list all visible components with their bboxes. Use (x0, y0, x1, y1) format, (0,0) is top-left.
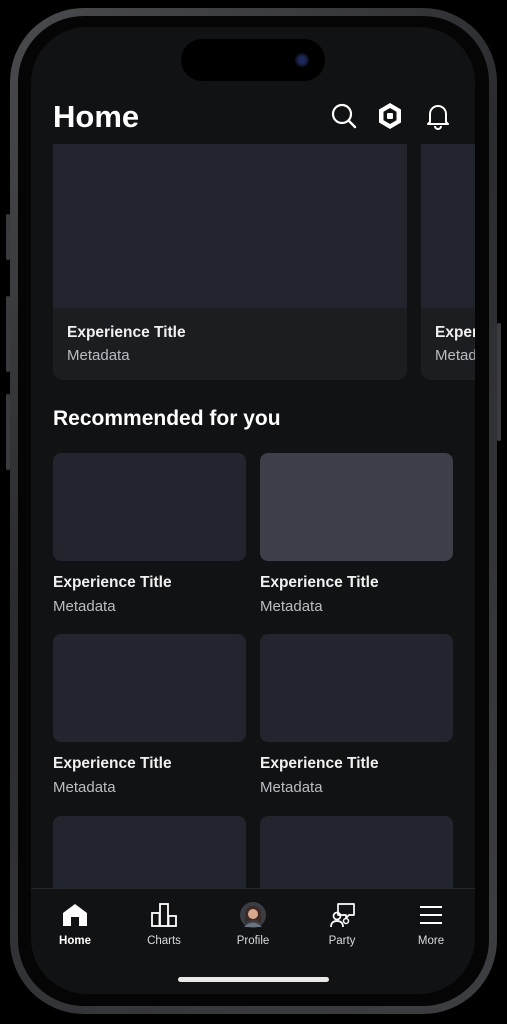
experience-tile[interactable]: Experience Title Metadata (53, 634, 246, 796)
volume-up-button (6, 296, 10, 372)
tab-label: Party (328, 935, 356, 947)
tab-label: Home (59, 935, 91, 947)
featured-card[interactable]: Experience Title Metadata (53, 144, 407, 380)
menu-icon (420, 906, 442, 924)
robux-icon[interactable] (375, 101, 405, 131)
tile-title: Experience Title (53, 574, 172, 591)
avatar (240, 902, 266, 928)
tab-charts[interactable]: Charts (129, 901, 199, 947)
tab-home[interactable]: Home (40, 901, 110, 947)
tab-profile[interactable]: Profile (218, 901, 288, 947)
tile-metadata: Metadata (260, 598, 323, 615)
charts-icon (151, 903, 177, 927)
tile-metadata: Metadata (260, 779, 323, 796)
page-title: Home (53, 99, 140, 134)
tile-title: Experience Title (260, 755, 379, 772)
section-title: Recommended for you (53, 407, 281, 430)
experience-tile[interactable]: Experience Title Metadata (53, 453, 246, 615)
tab-label: More (417, 935, 445, 947)
tile-thumbnail (260, 634, 453, 742)
home-indicator[interactable] (178, 977, 329, 982)
tile-thumbnail (53, 634, 246, 742)
featured-title: Experience Title (67, 324, 186, 341)
dynamic-island (181, 39, 325, 81)
tile-title: Experience Title (53, 755, 172, 772)
featured-thumbnail (421, 144, 475, 308)
tile-thumbnail (260, 453, 453, 561)
party-icon (330, 903, 355, 928)
tab-party[interactable]: Party (307, 901, 377, 947)
featured-card[interactable]: Experience Title Metadata (421, 144, 475, 380)
tile-metadata: Metadata (53, 598, 116, 615)
tab-label: Profile (236, 935, 270, 947)
notification-bell-icon[interactable] (423, 101, 453, 131)
featured-thumbnail (53, 144, 407, 308)
screen: Home Experience Title Metadata Experienc… (31, 27, 475, 994)
home-icon (63, 904, 87, 926)
featured-title: Experience Title (435, 324, 475, 341)
tab-more[interactable]: More (396, 901, 466, 947)
featured-metadata: Metadata (435, 347, 475, 364)
tile-metadata: Metadata (53, 779, 116, 796)
action-button (6, 214, 10, 260)
volume-down-button (6, 394, 10, 470)
featured-metadata: Metadata (67, 347, 130, 364)
tile-title: Experience Title (260, 574, 379, 591)
side-button (497, 323, 501, 441)
experience-tile[interactable]: Experience Title Metadata (260, 453, 453, 615)
tab-label: Charts (147, 935, 181, 947)
experience-tile[interactable]: Experience Title Metadata (260, 634, 453, 796)
camera (295, 53, 309, 67)
search-icon[interactable] (329, 101, 359, 131)
tile-thumbnail (53, 453, 246, 561)
